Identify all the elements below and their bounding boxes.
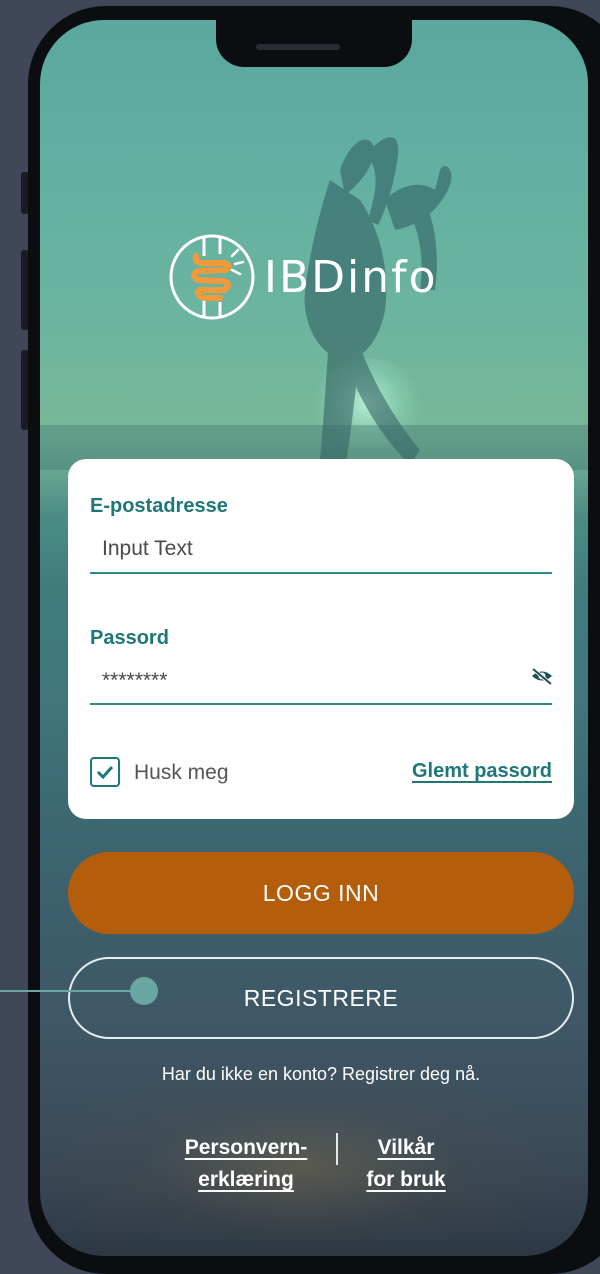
password-field[interactable]: ******** <box>102 669 167 693</box>
annotation-pointer-line <box>0 990 144 992</box>
login-card: E-postadresse Input Text Passord *******… <box>68 459 574 819</box>
intestine-logo-icon <box>169 234 255 320</box>
password-underline <box>90 703 552 705</box>
eye-off-icon[interactable] <box>530 666 554 686</box>
forgot-password-link[interactable]: Glemt passord <box>412 760 552 783</box>
privacy-link[interactable]: Personvern- erklæring <box>166 1132 326 1196</box>
footer-divider <box>336 1133 338 1165</box>
phone-speaker <box>256 44 340 50</box>
register-prompt: Har du ikke en konto? Registrer deg nå. <box>161 1064 481 1084</box>
terms-link-line2: for bruk <box>366 1168 446 1191</box>
password-label: Passord <box>90 627 169 649</box>
email-label: E-postadresse <box>90 495 228 517</box>
logo-wordmark: IBDinfo <box>264 252 438 303</box>
terms-link[interactable]: Vilkår for bruk <box>346 1132 466 1196</box>
terms-link-line1: Vilkår <box>377 1136 435 1159</box>
email-underline <box>90 572 552 574</box>
login-button[interactable]: LOGG INN <box>68 852 574 934</box>
remember-label: Husk meg <box>134 761 229 784</box>
app-logo: IBDinfo <box>168 230 508 330</box>
annotation-pointer-dot <box>130 977 158 1005</box>
privacy-link-line2: erklæring <box>198 1168 294 1191</box>
email-field[interactable]: Input Text <box>102 537 193 561</box>
checkmark-icon <box>96 765 114 779</box>
remember-checkbox[interactable] <box>90 757 120 787</box>
privacy-link-line1: Personvern- <box>184 1136 308 1159</box>
